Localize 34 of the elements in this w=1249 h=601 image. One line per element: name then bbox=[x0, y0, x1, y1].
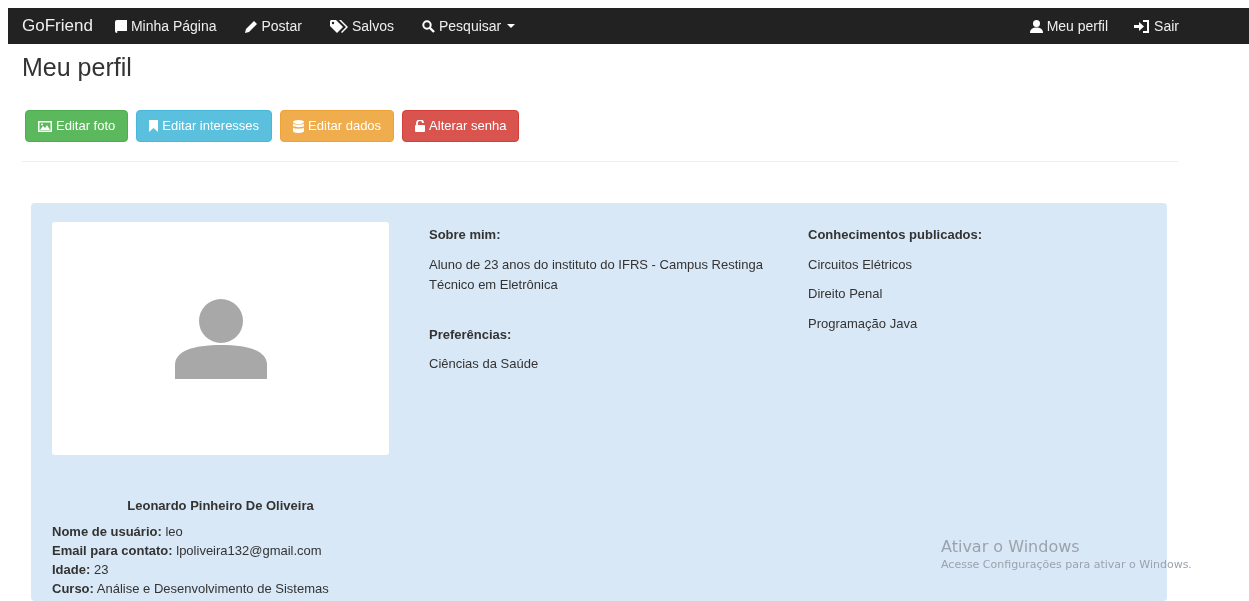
activation-title: Ativar o Windows bbox=[941, 537, 1081, 557]
profile-detail: Email para contato: lpoliveira132@gmail.com bbox=[52, 541, 323, 560]
image-icon bbox=[38, 120, 52, 132]
section-heading: Preferências: bbox=[429, 325, 513, 344]
tags-icon bbox=[329, 19, 348, 33]
about-text: Aluno de 23 anos do instituto do IFRS - Campus Restinga Técnico em Eletrônica bbox=[429, 255, 764, 294]
bookmark-icon bbox=[149, 120, 159, 132]
profile-name: Leonardo Pinheiro De Oliveira bbox=[126, 497, 315, 515]
activation-message: Acesse Configurações para ativar o Windows. bbox=[941, 557, 1192, 573]
knowledge-item: Direito Penal bbox=[808, 285, 884, 303]
profile-detail: Nome de usuário: leo bbox=[52, 522, 184, 541]
nav-link[interactable]: Sair bbox=[1134, 15, 1179, 37]
pencil-icon bbox=[244, 19, 258, 33]
nav-link[interactable]: Meu perfil bbox=[1029, 15, 1109, 37]
nav-link[interactable]: Postar bbox=[244, 15, 302, 37]
user-icon bbox=[1029, 19, 1043, 33]
preference-item: Ciências da Saúde bbox=[429, 355, 540, 373]
knowledge-item: Circuitos Elétricos bbox=[808, 255, 914, 274]
page-title: Meu perfil bbox=[22, 52, 133, 82]
nav-link[interactable]: Salvos bbox=[329, 15, 394, 37]
avatar-icon bbox=[174, 298, 267, 379]
action-button[interactable]: Alterar senha bbox=[402, 110, 520, 142]
profile-detail: Idade: 23 bbox=[52, 560, 110, 579]
knowledge-item: Programação Java bbox=[808, 314, 919, 333]
profile-detail: Curso: Análise e Desenvolvimento de Sistemas bbox=[52, 579, 330, 598]
database-icon bbox=[293, 119, 305, 133]
login-icon bbox=[1134, 19, 1151, 33]
section-heading: Sobre mim: bbox=[429, 226, 502, 244]
section-heading: Conhecimentos publicados: bbox=[808, 226, 983, 244]
brand-link[interactable]: GoFriend bbox=[22, 13, 93, 39]
search-icon bbox=[422, 19, 435, 33]
nav-link[interactable]: Pesquisar bbox=[422, 15, 516, 37]
lock-icon bbox=[415, 120, 426, 132]
nav-link[interactable]: Minha Página bbox=[114, 15, 217, 37]
